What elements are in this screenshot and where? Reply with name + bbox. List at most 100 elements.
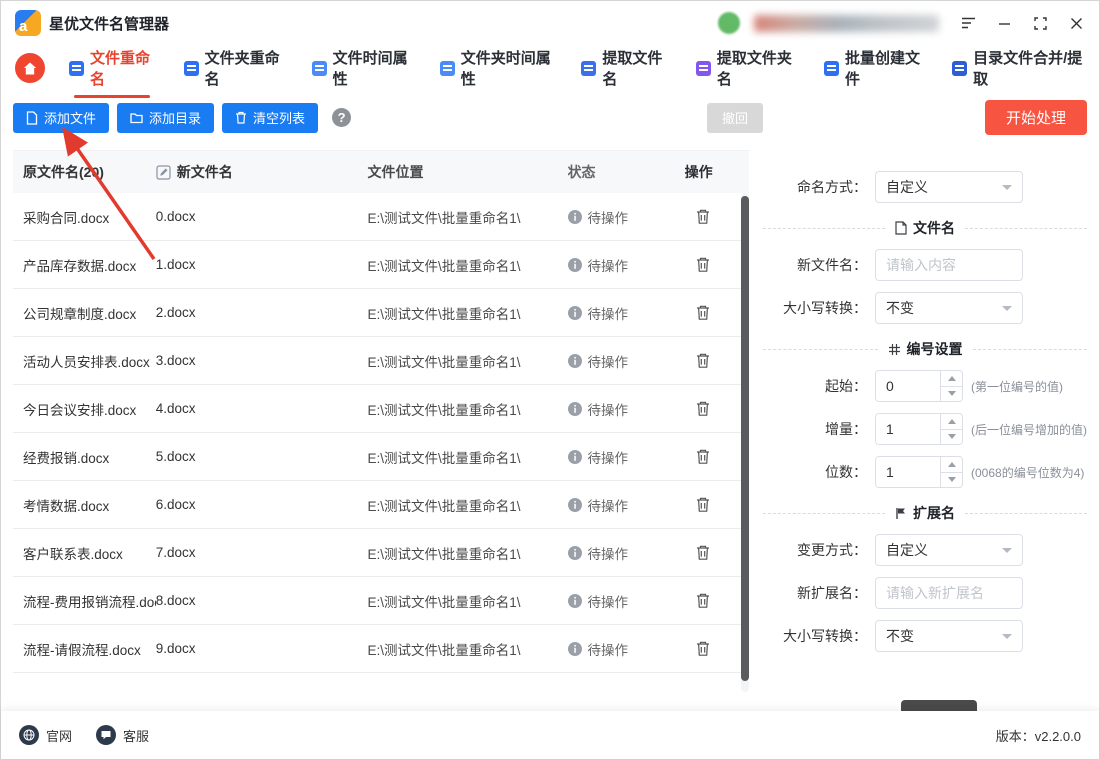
- file-status: 待操作: [568, 207, 685, 227]
- user-avatar[interactable]: [718, 12, 740, 34]
- maximize-button[interactable]: [1031, 14, 1049, 32]
- close-button[interactable]: [1067, 14, 1085, 32]
- header-operation: 操作: [685, 162, 749, 182]
- step-down-icon[interactable]: [941, 430, 962, 445]
- new-filename: 8.docx: [156, 593, 368, 608]
- case-convert-label: 大小写转换：: [763, 298, 867, 318]
- footer: 官网 客服 版本：v2.2.0.0: [1, 711, 1099, 759]
- menu-icon[interactable]: [959, 14, 977, 32]
- ext-case-convert-select[interactable]: 不变: [875, 620, 1023, 652]
- info-icon: [568, 450, 582, 464]
- customer-service-link[interactable]: 客服: [96, 725, 149, 745]
- tab-file-rename[interactable]: 文件重命名: [67, 35, 158, 101]
- table-row: 考情数据.docx 6.docx E:\测试文件\批量重命名1\ 待操作: [13, 481, 749, 529]
- clear-list-button[interactable]: 清空列表: [222, 103, 318, 133]
- step-down-icon[interactable]: [941, 387, 962, 402]
- change-method-label: 变更方式：: [763, 540, 867, 560]
- step-down-icon[interactable]: [941, 473, 962, 488]
- increment-input[interactable]: [876, 414, 940, 444]
- file-table: 原文件名(20) 新文件名 文件位置 状态 操作 采购合同.docx 0.doc…: [13, 150, 749, 692]
- info-icon: [568, 546, 582, 560]
- folder-icon: [130, 112, 143, 124]
- new-filename-input[interactable]: [875, 249, 1023, 281]
- new-filename: 3.docx: [156, 353, 368, 368]
- undo-button[interactable]: 撤回: [707, 103, 763, 133]
- add-file-button[interactable]: 添加文件: [13, 103, 109, 133]
- naming-method-select[interactable]: 自定义: [875, 171, 1023, 203]
- delete-row-icon[interactable]: [695, 592, 711, 609]
- file-location: E:\测试文件\批量重命名1\: [367, 303, 567, 323]
- tab-folder-time-attr[interactable]: 文件夹时间属性: [438, 35, 556, 101]
- help-icon[interactable]: ?: [332, 108, 351, 127]
- delete-row-icon[interactable]: [695, 304, 711, 321]
- tab-extract-foldername[interactable]: 提取文件夹名: [694, 35, 798, 101]
- new-filename: 5.docx: [156, 449, 368, 464]
- tab-folder-rename[interactable]: 文件夹重命名: [182, 35, 286, 101]
- new-filename: 0.docx: [156, 209, 368, 224]
- digits-input[interactable]: [876, 457, 940, 487]
- delete-row-icon[interactable]: [695, 208, 711, 225]
- case-convert-select[interactable]: 不变: [875, 292, 1023, 324]
- step-up-icon[interactable]: [941, 371, 962, 387]
- new-filename: 6.docx: [156, 497, 368, 512]
- delete-row-icon[interactable]: [695, 352, 711, 369]
- table-row: 流程-费用报销流程.docx 8.docx E:\测试文件\批量重命名1\ 待操…: [13, 577, 749, 625]
- tab-merge-extract[interactable]: 目录文件合并/提取: [950, 35, 1085, 101]
- new-filename: 2.docx: [156, 305, 368, 320]
- scrollbar-thumb[interactable]: [741, 196, 749, 681]
- header-file-location: 文件位置: [367, 162, 567, 182]
- official-site-link[interactable]: 官网: [19, 725, 72, 745]
- delete-row-icon[interactable]: [695, 400, 711, 417]
- digits-stepper[interactable]: [875, 456, 963, 488]
- step-up-icon[interactable]: [941, 457, 962, 473]
- file-location: E:\测试文件\批量重命名1\: [367, 591, 567, 611]
- add-folder-button[interactable]: 添加目录: [117, 103, 214, 133]
- delete-row-icon[interactable]: [695, 544, 711, 561]
- delete-row-icon[interactable]: [695, 496, 711, 513]
- delete-row-icon[interactable]: [695, 448, 711, 465]
- delete-row-icon[interactable]: [695, 640, 711, 657]
- increment-stepper[interactable]: [875, 413, 963, 445]
- chat-icon: [96, 725, 116, 745]
- blurred-account-info: [754, 15, 939, 32]
- digits-label: 位数：: [763, 462, 867, 482]
- ext-case-convert-label: 大小写转换：: [763, 626, 867, 646]
- tab-extract-filename[interactable]: 提取文件名: [579, 35, 670, 101]
- tab-label: 提取文件夹名: [717, 47, 796, 89]
- settings-panel: 命名方式： 自定义 文件名 新文件名： 大小写转换： 不变 编号设置 起始：: [763, 150, 1087, 663]
- minimize-button[interactable]: [995, 14, 1013, 32]
- document-icon: [895, 221, 907, 235]
- tab-icon: [581, 61, 596, 76]
- original-filename: 公司规章制度.docx: [13, 303, 156, 323]
- new-filename: 4.docx: [156, 401, 368, 416]
- file-location: E:\测试文件\批量重命名1\: [367, 255, 567, 275]
- start-processing-button[interactable]: 开始处理: [985, 100, 1087, 135]
- original-filename: 采购合同.docx: [13, 207, 156, 227]
- table-scrollbar[interactable]: [741, 193, 749, 692]
- tab-batch-create-file[interactable]: 批量创建文件: [822, 35, 926, 101]
- tab-label: 文件时间属性: [333, 47, 412, 89]
- header-status: 状态: [568, 162, 685, 182]
- header-new-filename: 新文件名: [156, 162, 368, 182]
- tab-icon: [184, 61, 199, 76]
- start-number-stepper[interactable]: [875, 370, 963, 402]
- home-button[interactable]: [15, 53, 45, 83]
- info-icon: [568, 210, 582, 224]
- file-location: E:\测试文件\批量重命名1\: [367, 207, 567, 227]
- start-number-input[interactable]: [876, 371, 940, 401]
- table-row: 活动人员安排表.docx 3.docx E:\测试文件\批量重命名1\ 待操作: [13, 337, 749, 385]
- step-up-icon[interactable]: [941, 414, 962, 430]
- file-status: 待操作: [568, 447, 685, 467]
- new-extension-input[interactable]: [875, 577, 1023, 609]
- delete-row-icon[interactable]: [695, 256, 711, 273]
- digits-hint: (0068的编号位数为4): [971, 464, 1084, 481]
- tab-icon: [69, 61, 84, 76]
- table-row: 产品库存数据.docx 1.docx E:\测试文件\批量重命名1\ 待操作: [13, 241, 749, 289]
- file-status: 待操作: [568, 303, 685, 323]
- tab-file-time-attr[interactable]: 文件时间属性: [310, 35, 414, 101]
- change-method-select[interactable]: 自定义: [875, 534, 1023, 566]
- file-location: E:\测试文件\批量重命名1\: [367, 351, 567, 371]
- info-icon: [568, 594, 582, 608]
- numbering-section-header: 编号设置: [763, 339, 1087, 359]
- new-filename-label: 新文件名：: [763, 255, 867, 275]
